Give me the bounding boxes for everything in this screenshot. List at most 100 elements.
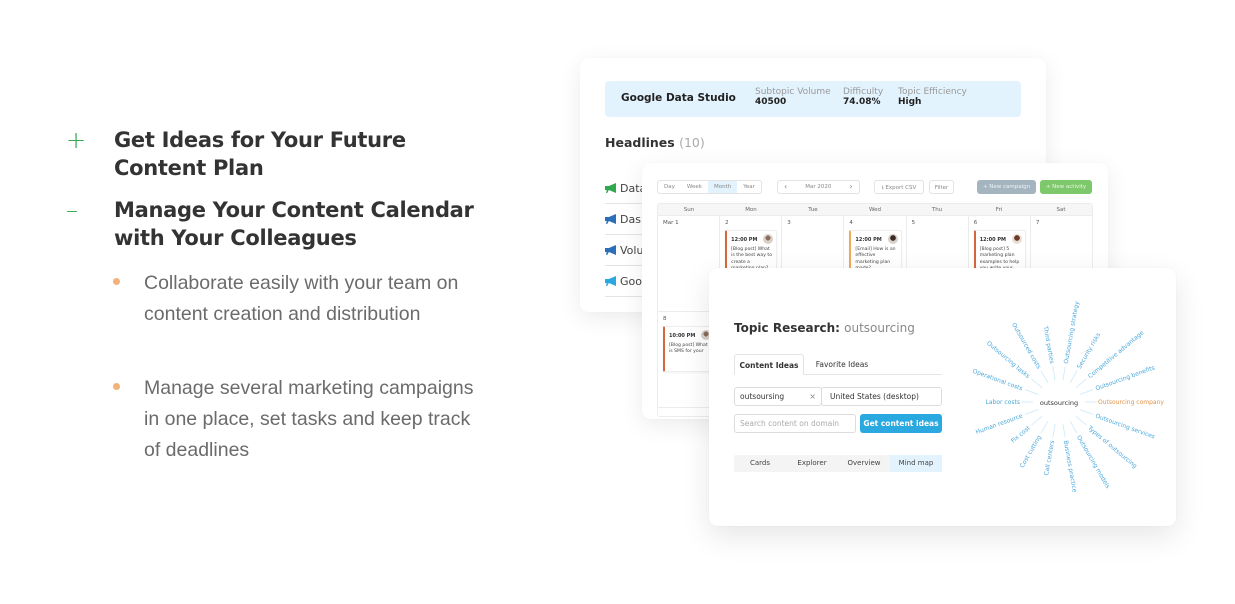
bullet-text: Manage several marketing campaigns in on… — [144, 377, 474, 461]
mind-map-connector — [1031, 415, 1043, 426]
ideas-tabs: Content Ideas Favorite Ideas — [734, 354, 942, 375]
mind-map-node[interactable]: Cost cutting — [1019, 434, 1043, 469]
view-year[interactable]: Year — [737, 181, 761, 193]
headline-text: Goo — [620, 274, 642, 288]
day-number: 6 — [973, 220, 978, 226]
day-number: 3 — [787, 220, 791, 226]
metric-label: Difficulty — [843, 87, 884, 97]
plus-icon[interactable]: + — [66, 126, 86, 154]
megaphone-icon — [605, 276, 616, 286]
view-mind-map[interactable]: Mind map — [890, 455, 942, 472]
mind-map-connector — [1062, 366, 1066, 381]
metric-value: High — [898, 97, 922, 107]
weekday-label: Wed — [869, 207, 881, 213]
view-day[interactable]: Day — [658, 181, 681, 193]
avatar — [1011, 234, 1022, 244]
avatar — [887, 234, 898, 244]
mind-map-node[interactable]: Outsourcing strategy — [1063, 300, 1081, 364]
title-label: Topic Research: — [734, 321, 840, 335]
feature-title[interactable]: Manage Your Content Calendar with Your C… — [114, 196, 494, 252]
mind-map-connector — [1031, 378, 1043, 389]
mind-map-node[interactable]: Fix cost — [1010, 424, 1032, 444]
topic-research-card: Topic Research: outsourcing Content Idea… — [709, 268, 1176, 526]
megaphone-icon — [605, 245, 616, 255]
day-number: 4 — [849, 220, 853, 226]
view-overview[interactable]: Overview — [838, 455, 890, 472]
mind-map-connector — [1040, 370, 1049, 384]
metric-value: 40500 — [755, 97, 787, 107]
mind-map-connector — [1069, 420, 1078, 434]
metric-value: 74.08% — [843, 97, 881, 107]
megaphone-icon — [605, 183, 616, 193]
next-month-button[interactable]: › — [843, 181, 858, 193]
mind-map-connector — [1052, 366, 1056, 381]
view-tabs: Cards Explorer Overview Mind map — [734, 455, 942, 472]
bullet-text: Collaborate easily with your team on con… — [144, 272, 459, 325]
calendar-event[interactable]: 10:00 PM [Blog post] What is SMS for you… — [663, 326, 716, 372]
get-content-ideas-button[interactable]: Get content ideas — [860, 414, 942, 433]
weekday-label: Sat — [1056, 207, 1066, 213]
mind-map-node[interactable]: Outsourcing company — [1098, 399, 1164, 406]
mind-map-node[interactable]: Operational costs — [971, 368, 1023, 393]
keyword-input[interactable]: outsoursing × — [734, 387, 822, 406]
day-number: 8 — [663, 316, 667, 322]
view-week[interactable]: Week — [681, 181, 708, 193]
tab-content-ideas[interactable]: Content Ideas — [734, 354, 804, 375]
mind-map-connector — [1075, 415, 1087, 426]
weekday-label: Sun — [683, 207, 695, 213]
headlines-title: Headlines (10) — [605, 135, 705, 150]
weekday-label: Tue — [808, 207, 818, 213]
new-activity-button[interactable]: + New activity — [1040, 180, 1092, 194]
bullet-dot-icon — [113, 383, 120, 390]
domain-search-input[interactable]: Search content on domain — [734, 414, 856, 433]
view-month[interactable]: Month — [707, 181, 738, 193]
mind-map: Outsourcing companyOutsourcing servicesT… — [971, 300, 1164, 493]
megaphone-icon — [605, 214, 616, 224]
mind-map-connector — [1052, 423, 1056, 438]
mind-map-connector — [1040, 420, 1049, 434]
view-explorer[interactable]: Explorer — [786, 455, 838, 472]
day-number: 5 — [911, 220, 916, 226]
weekday-header: Sun Mon Tue Wed Thu Fri Sat — [658, 204, 1092, 216]
day-number: Mar 1 — [663, 220, 679, 226]
view-cards[interactable]: Cards — [734, 455, 786, 472]
prev-month-button[interactable]: ‹ — [778, 181, 793, 193]
mind-map-connector — [1079, 389, 1093, 395]
headline-text: Volu — [620, 243, 644, 257]
metric-subtopic-volume: Subtopic Volume 40500 — [755, 87, 831, 107]
period-navigator: ‹ Mar 2020 › — [777, 180, 860, 194]
mind-map-center[interactable]: outsourcing — [1040, 399, 1078, 407]
minus-icon[interactable]: – — [66, 196, 82, 224]
headlines-count: (10) — [679, 135, 705, 150]
new-campaign-button[interactable]: + New campaign — [977, 180, 1036, 194]
metric-topic-efficiency: Topic Efficiency High — [898, 87, 967, 107]
mind-map-node[interactable]: Business practice — [1062, 440, 1078, 493]
mind-map-connector — [1062, 423, 1066, 438]
mind-map-connector — [1079, 409, 1093, 415]
export-csv-button[interactable]: ⭳ Export CSV — [874, 180, 924, 194]
metric-difficulty: Difficulty 74.08% — [843, 87, 883, 107]
clear-icon[interactable]: × — [809, 388, 816, 405]
mind-map-connector — [1025, 409, 1039, 415]
mind-map-node[interactable]: Call centers — [1043, 440, 1056, 476]
mind-map-connector — [1025, 389, 1039, 395]
topic-summary-bar: Google Data Studio Subtopic Volume 40500… — [605, 81, 1021, 117]
mind-map-node[interactable]: Labor costs — [986, 399, 1020, 406]
headlines-label: Headlines — [605, 135, 675, 150]
mind-map-node[interactable]: Third parties — [1042, 325, 1056, 365]
metric-label: Topic Efficiency — [898, 87, 967, 97]
period-label: Mar 2020 — [805, 184, 832, 190]
day-number: 2 — [725, 220, 729, 226]
topic-name: Google Data Studio — [621, 92, 736, 104]
view-switcher: Day Week Month Year — [657, 180, 762, 194]
metric-label: Subtopic Volume — [755, 87, 831, 97]
tab-favorite-ideas[interactable]: Favorite Ideas — [806, 354, 878, 375]
feature-title[interactable]: Get Ideas for Your Future Content Plan — [114, 126, 494, 182]
weekday-label: Fri — [995, 207, 1003, 213]
title-keyword: outsourcing — [844, 321, 915, 335]
filter-button[interactable]: Filter — [929, 180, 954, 194]
weekday-label: Thu — [931, 207, 943, 213]
location-select[interactable]: United States (desktop) — [821, 387, 942, 406]
mind-map-connector — [1069, 370, 1078, 384]
weekday-label: Mon — [745, 207, 757, 213]
